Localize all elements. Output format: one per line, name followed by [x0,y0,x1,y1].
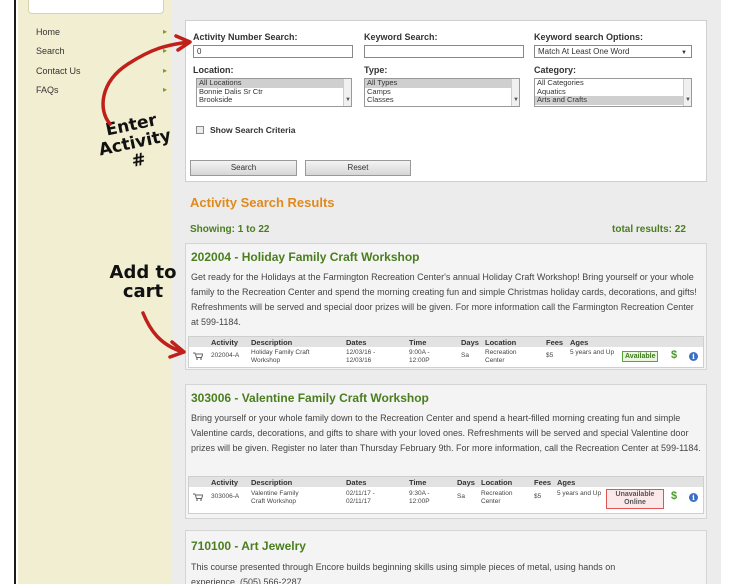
scrollbar[interactable]: ▼ [511,79,519,106]
activity-title: 710100 - Art Jewelry [191,539,306,553]
category-option[interactable]: Arts and Crafts [535,95,691,105]
results-total: total results: 22 [612,224,686,235]
activity-card: 202004 - Holiday Family Craft Workshop G… [185,243,707,370]
status-badge[interactable]: Available [622,351,659,362]
chevron-right-icon: ▸ [163,85,168,94]
type-listbox[interactable]: All Types Camps Classes ▼ [364,78,520,107]
cell-time: 9:00A - 12:00P [409,349,430,364]
category-listbox[interactable]: All Categories Aquatics Arts and Crafts … [534,78,692,107]
scrollbar[interactable]: ▼ [343,79,351,106]
cell-dates: 02/11/17 - 02/11/17 [346,490,375,505]
cell-fees: $5 [534,493,542,500]
keyword-search-label: Keyword Search: [364,32,438,42]
chevron-right-icon: ▸ [163,46,168,55]
cell-dates: 12/03/16 - 12/03/16 [346,349,376,364]
category-label: Category: [534,65,577,75]
col-dates: Dates [346,478,367,487]
col-description: Description [251,338,293,347]
col-description: Description [251,478,293,487]
results-showing: Showing: 1 to 22 [190,224,270,235]
cell-activity[interactable]: 202004-A [211,352,239,360]
sidebar-item-faqs[interactable]: FAQs ▸ [36,85,172,95]
show-criteria-label: Show Search Criteria [210,125,296,135]
search-button[interactable]: Search [190,160,297,176]
cell-ages: 5 years and Up [570,349,615,356]
col-days: Days [457,478,475,487]
reset-button[interactable]: Reset [305,160,411,176]
scroll-down-icon[interactable]: ▼ [345,96,351,105]
fee-dollar-icon[interactable]: $ [671,490,677,502]
cell-time: 9:30A - 12:00P [409,490,430,505]
location-label: Location: [193,65,234,75]
col-dates: Dates [346,338,367,347]
cell-description: Valentine Family Craft Workshop [251,490,299,505]
keyword-options-label: Keyword search Options: [534,32,644,42]
info-icon[interactable]: i [689,493,698,502]
col-fees: Fees [546,338,564,347]
results-title: Activity Search Results [190,195,335,210]
col-days: Days [461,338,479,347]
type-option[interactable]: Classes [365,95,519,105]
sidebar-item-label: Home [36,27,61,37]
cell-description: Holiday Family Craft Workshop [251,349,310,364]
location-option[interactable]: Brookside [197,95,351,105]
sidebar-item-contact-us[interactable]: Contact Us ▸ [36,66,172,76]
cell-days: Sa [457,493,465,500]
cell-days: Sa [461,352,469,359]
activity-title: 303006 - Valentine Family Craft Workshop [191,391,429,405]
sidebar-item-search[interactable]: Search ▸ [36,46,172,56]
cell-activity[interactable]: 303006-A [211,493,239,501]
annotation-add-to-cart: Add to cart [109,262,177,302]
status-badge: Unavailable Online [606,489,664,509]
col-activity: Activity [211,478,239,487]
activity-description: Get ready for the Holidays at the Farmin… [191,272,697,327]
col-activity: Activity [211,338,239,347]
col-time: Time [409,478,427,487]
scroll-down-icon[interactable]: ▼ [513,96,519,105]
cart-icon[interactable] [193,352,203,360]
scroll-down-icon[interactable]: ▼ [685,96,691,105]
sidebar-item-label: FAQs [36,85,59,95]
col-location: Location [485,338,517,347]
keyword-search-input[interactable] [364,45,524,58]
activity-description: Bring yourself or your whole family down… [191,413,701,453]
activity-card: 710100 - Art Jewelry This course present… [185,530,707,584]
sidebar-top-box [28,0,164,14]
col-location: Location [481,478,513,487]
info-icon[interactable]: i [689,352,698,361]
col-ages: Ages [557,478,576,487]
cart-icon[interactable] [193,493,203,501]
activity-description: This course presented through Encore bui… [191,562,616,584]
show-criteria-checkbox[interactable] [196,126,204,134]
chevron-down-icon: ▼ [681,50,687,56]
col-fees: Fees [534,478,552,487]
chevron-right-icon: ▸ [163,66,168,75]
chevron-right-icon: ▸ [163,27,168,36]
activity-number-input[interactable]: 0 [193,45,353,58]
activity-table: Activity Description Dates Time Days Loc… [188,476,704,514]
cell-location: Recreation Center [485,349,517,364]
fee-dollar-icon[interactable]: $ [671,349,677,361]
sidebar-item-label: Contact Us [36,66,81,76]
cell-ages: 5 years and Up [557,490,602,497]
sidebar-item-home[interactable]: Home ▸ [36,27,172,37]
keyword-options-select[interactable]: Match At Least One Word ▼ [534,45,692,58]
sidebar-item-label: Search [36,46,65,56]
cell-location: Recreation Center [481,490,513,505]
type-label: Type: [364,65,388,75]
activity-title: 202004 - Holiday Family Craft Workshop [191,250,420,264]
scrollbar[interactable]: ▼ [683,79,691,106]
activity-table: Activity Description Dates Time Days Loc… [188,336,704,368]
keyword-options-value: Match At Least One Word [538,47,630,56]
cell-fees: $5 [546,352,554,359]
search-form: Activity Number Search: 0 Keyword Search… [185,20,707,182]
activity-card: 303006 - Valentine Family Craft Workshop… [185,384,707,519]
col-time: Time [409,338,427,347]
activity-number-label: Activity Number Search: [193,32,298,42]
location-listbox[interactable]: All Locations Bonnie Dalis Sr Ctr Brooks… [196,78,352,107]
col-ages: Ages [570,338,589,347]
